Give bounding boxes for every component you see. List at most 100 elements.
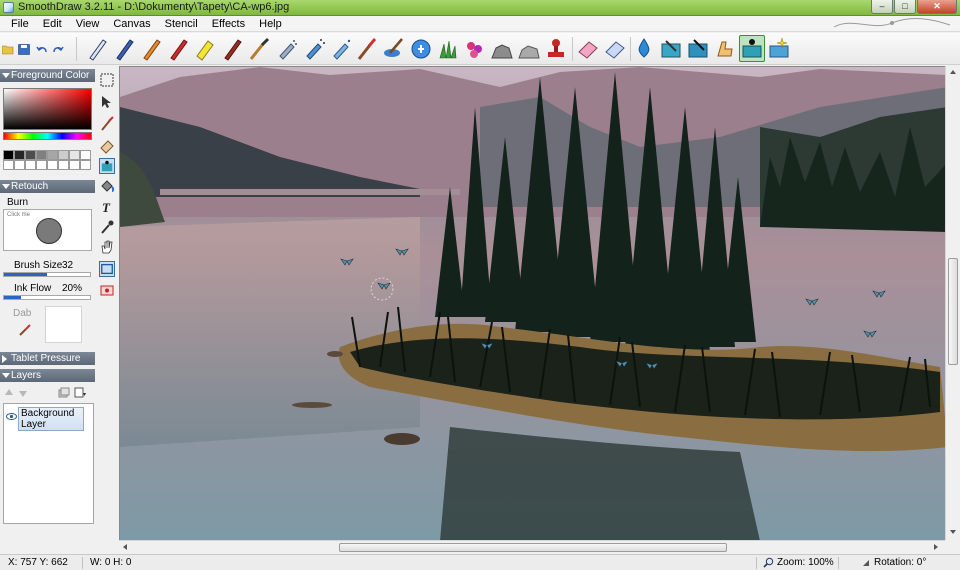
water-drop-tool[interactable]: [631, 35, 657, 62]
scroll-down-icon[interactable]: [950, 530, 956, 534]
zoom-level[interactable]: Zoom: 100%: [777, 556, 834, 570]
drawing-canvas[interactable]: [119, 66, 947, 540]
save-icon[interactable]: [18, 44, 30, 55]
color-swatch[interactable]: [36, 160, 47, 170]
highlighter-tool[interactable]: [192, 35, 218, 62]
color-swatch[interactable]: [25, 150, 36, 160]
pen-tool[interactable]: [84, 35, 110, 62]
red-crayon-tool[interactable]: [165, 35, 191, 62]
color-swatch[interactable]: [14, 160, 25, 170]
scroll-right-icon[interactable]: [934, 544, 938, 550]
maximize-button[interactable]: □: [894, 0, 916, 14]
marker-tool[interactable]: [219, 35, 245, 62]
spray-tool[interactable]: [300, 35, 326, 62]
open-folder-icon[interactable]: [2, 44, 14, 55]
brush-name: Burn: [7, 197, 29, 208]
water-brush-tool[interactable]: [381, 35, 407, 62]
layer-item[interactable]: Background Layer: [18, 407, 84, 431]
image-tool-icon[interactable]: [99, 158, 115, 174]
eye-icon[interactable]: [6, 413, 17, 420]
vertical-scroll-thumb[interactable]: [948, 258, 958, 365]
image-hose-tool[interactable]: [739, 35, 765, 62]
color-swatch[interactable]: [58, 160, 69, 170]
redo-icon[interactable]: [52, 44, 64, 55]
color-swatch[interactable]: [3, 150, 14, 160]
eraser-tool-icon[interactable]: [99, 138, 115, 154]
layer-up-icon[interactable]: [4, 388, 14, 398]
menu-help[interactable]: Help: [252, 16, 289, 31]
menu-file[interactable]: File: [4, 16, 36, 31]
tablet-pressure-header[interactable]: Tablet Pressure: [0, 352, 95, 365]
rectangle-icon[interactable]: [99, 261, 115, 277]
horizontal-scrollbar[interactable]: [119, 540, 945, 554]
color-swatch[interactable]: [25, 160, 36, 170]
dab-brush-icon[interactable]: [18, 323, 32, 337]
smudge-tool[interactable]: [658, 35, 684, 62]
brush-size-slider[interactable]: [3, 272, 91, 277]
rotation-value[interactable]: Rotation: 0°: [874, 556, 926, 570]
blend-tool[interactable]: [685, 35, 711, 62]
ink-flow-slider[interactable]: [3, 295, 91, 300]
text-icon[interactable]: T: [99, 199, 115, 215]
color-swatch[interactable]: [36, 150, 47, 160]
paint-brush-tool[interactable]: [354, 35, 380, 62]
flowers-tool[interactable]: [462, 35, 488, 62]
menu-stencil[interactable]: Stencil: [158, 16, 205, 31]
undo-icon[interactable]: [36, 44, 48, 55]
minimize-button[interactable]: –: [871, 0, 893, 14]
foreground-color-header[interactable]: Foreground Color: [0, 69, 95, 82]
sparkle-tool[interactable]: [766, 35, 792, 62]
finger-tool[interactable]: [712, 35, 738, 62]
preview-hint: Click me: [7, 212, 31, 218]
color-swatch[interactable]: [14, 150, 25, 160]
crayon-tool[interactable]: [138, 35, 164, 62]
color-swatch[interactable]: [3, 160, 14, 170]
hue-slider[interactable]: [3, 132, 92, 140]
scroll-up-icon[interactable]: [950, 70, 956, 74]
eraser-tool[interactable]: [575, 35, 601, 62]
color-swatch[interactable]: [80, 160, 91, 170]
hand-icon[interactable]: [99, 239, 115, 255]
color-swatch[interactable]: [69, 150, 80, 160]
spray-blue-tool[interactable]: [327, 35, 353, 62]
fill-icon[interactable]: [99, 178, 115, 194]
color-swatch[interactable]: [69, 160, 80, 170]
red-rect-icon[interactable]: [99, 282, 115, 298]
airbrush-tool[interactable]: [273, 35, 299, 62]
menu-effects[interactable]: Effects: [205, 16, 252, 31]
color-swatch[interactable]: [58, 150, 69, 160]
grass-tool[interactable]: [435, 35, 461, 62]
menu-edit[interactable]: Edit: [36, 16, 69, 31]
oil-brush-tool[interactable]: [246, 35, 272, 62]
vertical-scrollbar[interactable]: [945, 66, 960, 540]
brush-preview[interactable]: Click me: [3, 209, 92, 251]
brush-tool-icon[interactable]: [99, 116, 115, 132]
rock-tool[interactable]: [489, 35, 515, 62]
menu-view[interactable]: View: [69, 16, 107, 31]
retouch-header[interactable]: Retouch: [0, 180, 95, 193]
blur-tool[interactable]: [408, 35, 434, 62]
pencil-tool[interactable]: [111, 35, 137, 62]
color-picker-square[interactable]: [3, 88, 92, 130]
eyedropper-icon[interactable]: [99, 219, 115, 235]
scroll-left-icon[interactable]: [123, 544, 127, 550]
stone-tool[interactable]: [516, 35, 542, 62]
layers-header[interactable]: Layers: [0, 369, 95, 382]
select-rect-icon[interactable]: [99, 72, 115, 88]
color-swatch[interactable]: [47, 160, 58, 170]
soft-eraser-tool[interactable]: [602, 35, 628, 62]
color-swatch[interactable]: [47, 150, 58, 160]
svg-text:T: T: [102, 200, 111, 215]
layer-down-icon[interactable]: [18, 388, 28, 398]
color-swatch[interactable]: [80, 150, 91, 160]
move-icon[interactable]: [99, 94, 115, 110]
stamp-tool[interactable]: [543, 35, 569, 62]
horizontal-scroll-thumb[interactable]: [339, 543, 727, 552]
dab-preview[interactable]: [45, 306, 82, 343]
status-separator: [838, 557, 839, 569]
close-button[interactable]: ✕: [917, 0, 957, 14]
merge-layer-icon[interactable]: [58, 387, 70, 398]
new-layer-icon[interactable]: [74, 387, 86, 398]
slider-fill: [4, 296, 21, 299]
menu-canvas[interactable]: Canvas: [106, 16, 157, 31]
